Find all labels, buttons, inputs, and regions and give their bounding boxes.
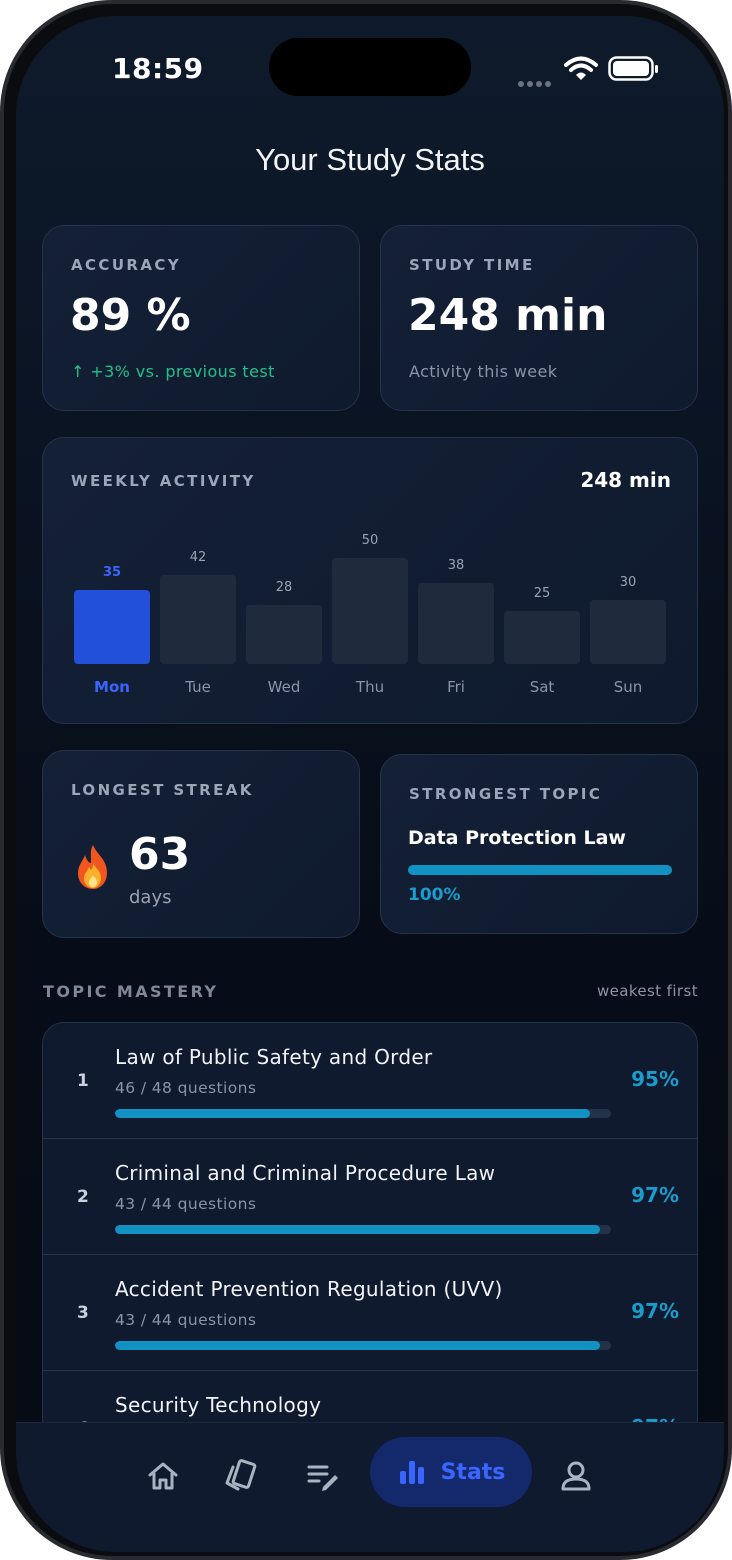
bar-tue[interactable] (160, 575, 236, 664)
stats-icon (399, 1461, 424, 1484)
bar-fri[interactable] (418, 583, 494, 664)
bar-value-label: 25 (533, 586, 551, 601)
tab-home[interactable] (133, 1445, 193, 1507)
day-label: Wed (267, 678, 301, 696)
bar-value-label: 38 (447, 558, 465, 573)
topic-question-count: 43 / 44 questions (115, 1311, 257, 1329)
cellular-dots-icon (518, 72, 554, 91)
topic-rank: 3 (77, 1303, 89, 1323)
accuracy-delta: ↑ +3% vs. previous test (71, 362, 275, 381)
topic-mastery-list: 1 Law of Public Safety and Order 46 / 48… (42, 1022, 698, 1482)
day-label: Sat (529, 678, 555, 696)
day-label: Thu (355, 678, 385, 696)
fire-icon (78, 845, 107, 889)
topic-title: Security Technology (115, 1393, 322, 1417)
bar-value-label: 42 (189, 550, 207, 565)
day-label: Tue (185, 678, 211, 696)
topic-mastery-sort-note[interactable]: weakest first (597, 982, 698, 1000)
topic-row[interactable]: 2 Criminal and Criminal Procedure Law 43… (43, 1139, 697, 1255)
strongest-topic-progress (408, 865, 672, 875)
notes-edit-icon (307, 1465, 338, 1491)
topic-title: Law of Public Safety and Order (115, 1045, 433, 1069)
topic-title: Criminal and Criminal Procedure Law (115, 1161, 496, 1185)
topic-progress (115, 1109, 611, 1118)
longest-streak-card: LONGEST STREAK 63 days (42, 750, 360, 938)
tab-cards[interactable] (212, 1445, 272, 1507)
strongest-topic-card: STRONGEST TOPIC Data Protection Law 100% (380, 754, 698, 934)
strongest-topic-name: Data Protection Law (408, 827, 626, 849)
bar-sun[interactable] (590, 600, 666, 664)
topic-percent: 97% (631, 1299, 679, 1323)
topic-title: Accident Prevention Regulation (UVV) (115, 1277, 503, 1301)
profile-icon (561, 1461, 591, 1491)
bar-value-label: 30 (619, 575, 637, 590)
home-icon (148, 1462, 178, 1490)
strongest-topic-percent: 100% (408, 885, 461, 905)
topic-row[interactable]: 1 Law of Public Safety and Order 46 / 48… (43, 1023, 697, 1139)
topic-rank: 2 (77, 1187, 89, 1207)
study-time-card: STUDY TIME 248 min Activity this week (380, 225, 698, 411)
bar-thu[interactable] (332, 558, 408, 664)
topic-percent: 97% (631, 1183, 679, 1207)
device-frame: 18:59 Your Study Stats ACCURACY 89 % ↑ +… (0, 0, 732, 1560)
topic-progress (115, 1225, 611, 1234)
topic-progress-fill (115, 1225, 600, 1234)
bar-wed[interactable] (246, 605, 322, 664)
tab-stats-label: Stats (440, 1459, 506, 1485)
topic-row[interactable]: 3 Accident Prevention Regulation (UVV) 4… (43, 1255, 697, 1371)
cards-icon (225, 1459, 257, 1491)
study-time-value: 248 min (408, 290, 608, 341)
topic-question-count: 46 / 48 questions (115, 1079, 257, 1097)
topic-mastery-heading: TOPIC MASTERY (43, 982, 219, 1001)
battery-icon (608, 56, 658, 81)
weekly-activity-card: WEEKLY ACTIVITY 248 min 35 Mon 42 Tue 28 Wed 5… (42, 437, 698, 724)
strongest-topic-progress-fill (408, 865, 672, 875)
bar-sat[interactable] (504, 611, 580, 664)
accuracy-value: 89 % (70, 290, 191, 341)
topic-question-count: 43 / 44 questions (115, 1195, 257, 1213)
weekly-activity-chart: 35 Mon 42 Tue 28 Wed 50 Thu 38 Fri 25 Sat 30 Sun (43, 438, 699, 725)
streak-label: LONGEST STREAK (71, 781, 254, 799)
topic-progress (115, 1341, 611, 1350)
bar-value-label: 50 (361, 533, 379, 548)
screen: 18:59 Your Study Stats ACCURACY 89 % ↑ +… (16, 16, 724, 1552)
topic-rank: 1 (77, 1071, 89, 1091)
bar-value-label: 35 (102, 565, 122, 580)
strongest-topic-label: STRONGEST TOPIC (409, 785, 603, 803)
tab-stats[interactable]: Stats (370, 1437, 532, 1507)
tab-bar: Stats (16, 1422, 724, 1552)
topic-progress-fill (115, 1109, 591, 1118)
study-time-label: STUDY TIME (409, 256, 535, 274)
streak-value: 63 (129, 829, 191, 880)
wifi-icon (564, 56, 598, 80)
tab-practice[interactable] (293, 1445, 353, 1507)
status-time: 18:59 (112, 52, 204, 85)
bar-value-label: 28 (275, 580, 293, 595)
study-time-note: Activity this week (409, 362, 558, 381)
page-title: Your Study Stats (255, 142, 485, 177)
streak-unit: days (129, 887, 172, 908)
topic-percent: 95% (631, 1067, 679, 1091)
day-label: Sun (613, 678, 643, 696)
topic-progress-fill (115, 1341, 600, 1350)
day-label: Mon (94, 678, 130, 696)
bar-mon[interactable] (74, 590, 150, 664)
device-bezel: 18:59 Your Study Stats ACCURACY 89 % ↑ +… (4, 4, 728, 1556)
day-label: Fri (447, 678, 465, 696)
accuracy-card: ACCURACY 89 % ↑ +3% vs. previous test (42, 225, 360, 411)
accuracy-label: ACCURACY (71, 256, 182, 274)
tab-profile[interactable] (546, 1445, 606, 1507)
dynamic-island (269, 38, 471, 96)
